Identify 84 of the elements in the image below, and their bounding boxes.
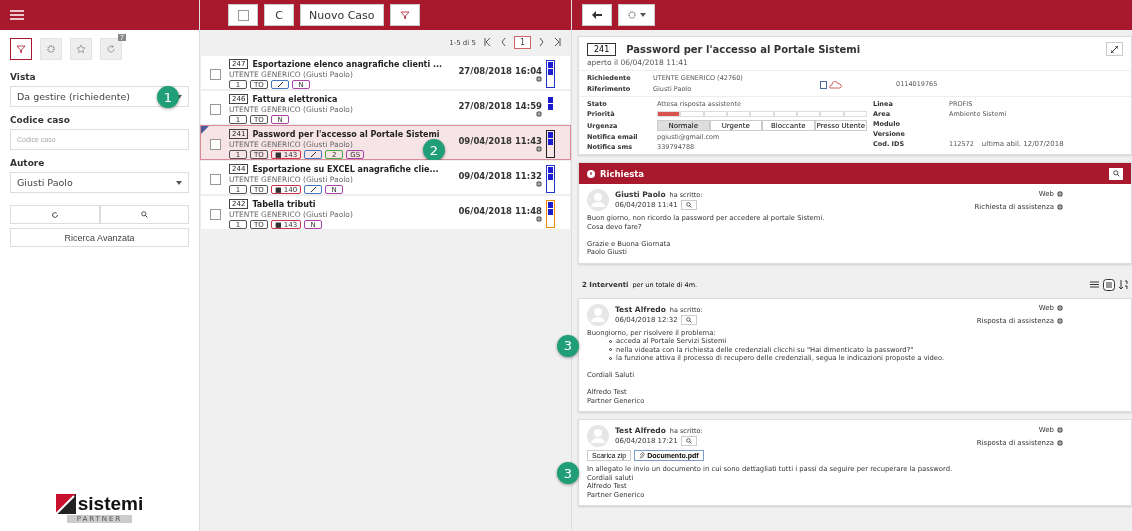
question-icon xyxy=(587,169,595,178)
search-icon xyxy=(685,316,692,323)
contact-icons xyxy=(820,81,842,89)
page-field[interactable]: 1 xyxy=(513,36,531,49)
last-page-button[interactable] xyxy=(552,37,563,48)
checkbox[interactable] xyxy=(209,138,221,150)
case-title: Tabella tributi xyxy=(252,199,316,209)
globe-icon xyxy=(536,111,542,117)
callout-number: 3 xyxy=(557,462,579,484)
next-page-button[interactable] xyxy=(537,37,546,48)
globe-icon xyxy=(1057,426,1063,433)
globe-icon xyxy=(1057,318,1063,324)
logo-text: sistemi xyxy=(77,493,144,515)
avatar-icon xyxy=(587,303,609,326)
globe-icon xyxy=(536,216,542,222)
filter-button[interactable] xyxy=(389,4,420,26)
globe-icon xyxy=(536,146,542,152)
list-view-icon[interactable] xyxy=(1090,281,1099,288)
first-page-button[interactable] xyxy=(481,37,493,48)
globe-icon xyxy=(1057,203,1063,210)
avatar-icon xyxy=(587,189,609,211)
case-title: Password per l'accesso al Portale Sistemi xyxy=(252,129,440,139)
sidebar-tab[interactable] xyxy=(10,38,32,60)
case-title: Fattura elettronica xyxy=(252,94,338,104)
field-label: Vista xyxy=(10,72,37,82)
callout-number: 2 xyxy=(423,139,445,161)
search-icon xyxy=(140,211,148,218)
back-button[interactable] xyxy=(582,4,612,26)
field-label: Codice caso xyxy=(10,115,71,125)
globe-icon xyxy=(1057,439,1063,446)
history-icon xyxy=(106,44,116,54)
case-id: 241 xyxy=(587,42,617,56)
select-field[interactable]: Da gestire (richiedente) 1 xyxy=(10,86,189,107)
detail-view-icon[interactable] xyxy=(1103,278,1115,291)
filter-icon xyxy=(16,44,26,54)
globe-icon xyxy=(1057,190,1063,197)
new-case-button[interactable]: Nuovo Caso xyxy=(300,4,384,26)
corner-flag-icon xyxy=(201,126,209,134)
field-label: Autore xyxy=(10,158,46,168)
avatar-icon xyxy=(587,425,609,447)
advanced-search-button[interactable]: Ricerca Avanzata xyxy=(10,228,189,247)
search-icon xyxy=(1112,170,1120,177)
paperclip-icon xyxy=(639,452,646,459)
zoom-button[interactable] xyxy=(680,436,697,446)
caret-icon xyxy=(176,180,182,185)
logo-icon xyxy=(55,494,76,514)
expand-icon xyxy=(1111,45,1118,53)
refresh-button[interactable]: C xyxy=(264,4,294,26)
case-date: 09/04/2018 11:32 xyxy=(458,171,542,181)
case-date: 27/08/2018 16:04 xyxy=(458,66,542,76)
callout-number: 1 xyxy=(157,86,179,108)
callout-number: 3 xyxy=(557,334,579,357)
globe-icon xyxy=(536,76,542,82)
arrow-left-icon xyxy=(592,11,602,19)
case-title: Password per l'accesso al Portale Sistemi xyxy=(626,43,862,55)
star-icon xyxy=(76,44,86,54)
search-icon xyxy=(685,438,692,444)
checkbox[interactable] xyxy=(209,173,221,185)
globe-icon xyxy=(536,181,542,187)
settings-menu-button[interactable] xyxy=(618,4,655,26)
refresh-icon xyxy=(50,210,59,219)
case-date: 06/04/2018 11:48 xyxy=(458,206,542,216)
filter-icon xyxy=(399,10,410,20)
zoom-button[interactable] xyxy=(680,314,697,325)
select-all-button[interactable] xyxy=(228,4,258,26)
globe-icon xyxy=(1057,305,1063,311)
select-field[interactable]: Giusti Paolo xyxy=(10,172,189,193)
checkbox[interactable] xyxy=(209,68,221,80)
caret-icon xyxy=(640,13,646,17)
settings-icon xyxy=(46,44,56,54)
case-date: 27/08/2018 14:59 xyxy=(458,101,542,111)
section-title: Richiesta xyxy=(600,168,645,179)
checkbox[interactable] xyxy=(209,103,221,115)
expand-button[interactable] xyxy=(1106,42,1123,56)
case-title: Esportazione su EXCEL anagrafiche clie... xyxy=(252,164,439,174)
zoom-button[interactable] xyxy=(680,200,697,210)
case-title: Esportazione elenco anagrafiche clienti ... xyxy=(252,59,443,69)
settings-icon xyxy=(627,10,637,20)
zoom-button[interactable] xyxy=(1109,167,1123,180)
search-icon xyxy=(685,202,692,208)
checkbox[interactable] xyxy=(209,208,221,220)
sort-icon[interactable] xyxy=(1119,280,1128,289)
menu-icon[interactable] xyxy=(10,10,24,20)
case-date: 09/04/2018 11:43 xyxy=(458,136,542,146)
